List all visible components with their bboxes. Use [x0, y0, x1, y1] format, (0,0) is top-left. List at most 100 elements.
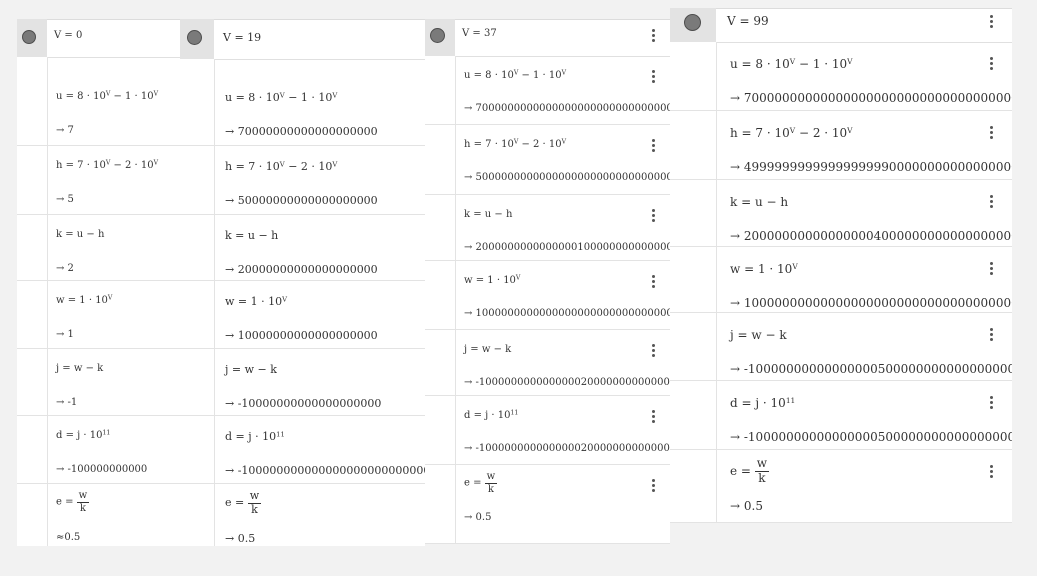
algebra-view-2: V = 19 u = 8 · 10V − 1 · 10V → 70000000000…	[180, 19, 425, 546]
definition: w = 1 · 10V	[56, 295, 112, 306]
algebra-row[interactable]: w = 1 · 10V → 100000000000000000000000000…	[425, 261, 670, 330]
definition-text: − 1 · 10	[110, 91, 154, 102]
output-value: → 70000000000000000000000000000000000000	[464, 103, 670, 114]
more-vert-icon[interactable]	[651, 70, 657, 85]
definition-text: − 1 · 10	[284, 91, 333, 104]
more-vert-icon[interactable]	[651, 410, 657, 425]
output-value: → 50000000000000000000000000000000000000	[464, 172, 670, 183]
more-vert-icon[interactable]	[989, 396, 995, 411]
more-vert-icon[interactable]	[989, 15, 995, 30]
more-vert-icon[interactable]	[651, 479, 657, 494]
algebra-row[interactable]: j = w − k → -1	[17, 349, 180, 416]
output-value: → -10000000000000000000	[225, 397, 382, 410]
definition: u = 8 · 10V − 1 · 10V	[730, 57, 853, 71]
algebra-row[interactable]: w = 1 · 10V → 10000000000000000000	[180, 281, 425, 349]
visibility-toggle-icon[interactable]	[187, 30, 202, 45]
numerator: w	[249, 489, 260, 502]
exponent: 11	[276, 430, 285, 439]
visibility-toggle-icon[interactable]	[684, 14, 701, 31]
output-value: → 70000000000000000000	[225, 125, 378, 138]
exponent: V	[153, 90, 159, 98]
definition-text: e =	[56, 496, 77, 508]
algebra-row[interactable]: d = j · 1011 → -1000000000000000050000000…	[670, 381, 1012, 450]
algebra-row[interactable]: u = 8 · 10V − 1 · 10V → 70000000000000000…	[425, 56, 670, 125]
output-value: → 2	[56, 263, 74, 274]
visibility-toggle-icon[interactable]	[430, 28, 445, 43]
algebra-row[interactable]: j = w − k → -1000000000000000050000000000…	[670, 313, 1012, 381]
definition: d = j · 1011	[730, 396, 795, 410]
definition-text: e =	[464, 477, 485, 489]
more-vert-icon[interactable]	[989, 328, 995, 343]
output-value: → 5	[56, 194, 74, 205]
slider-label[interactable]: V = 99	[727, 14, 769, 28]
definition: w = 1 · 10V	[730, 262, 798, 276]
algebra-row[interactable]: e = w k → 0.5	[180, 484, 425, 546]
more-vert-icon[interactable]	[651, 209, 657, 224]
algebra-row[interactable]: u = 8 · 10V − 1 · 10V → 70000000000000000…	[670, 42, 1012, 111]
algebra-row[interactable]: d = j · 1011 → -100000000000	[17, 416, 180, 484]
algebra-row[interactable]: h = 7 · 10V − 2 · 10V → 49999999999999999…	[670, 111, 1012, 180]
algebra-view-1: V = 0u = 8 · 10V − 1 · 10V → 7h = 7 · 10V…	[17, 19, 180, 546]
algebra-row[interactable]: u = 8 · 10V − 1 · 10V → 70000000000000000…	[180, 77, 425, 146]
definition: j = w − k	[56, 363, 103, 374]
more-vert-icon[interactable]	[989, 195, 995, 210]
more-vert-icon[interactable]	[989, 126, 995, 141]
more-vert-icon[interactable]	[989, 465, 995, 480]
output-value: → -1000000000000000200000000000000000000…	[464, 443, 670, 454]
algebra-row[interactable]: w = 1 · 10V → 1	[17, 281, 180, 349]
algebra-row[interactable]: h = 7 · 10V − 2 · 10V → 50000000000000000…	[180, 146, 425, 215]
output-value: → 70000000000000000000000000000000000000…	[730, 91, 1012, 105]
definition: d = j · 1011	[56, 430, 110, 441]
denominator: k	[758, 470, 766, 485]
algebra-row[interactable]: h = 7 · 10V − 2 · 10V → 50000000000000000…	[425, 125, 670, 195]
more-vert-icon[interactable]	[989, 262, 995, 277]
exponent: V	[847, 125, 853, 135]
definition-text: e =	[225, 496, 248, 510]
definition-text: − 2 · 10	[284, 160, 333, 173]
algebra-row[interactable]: k = u − h → 2	[17, 215, 180, 281]
algebra-row[interactable]: e = w k → 0.5	[425, 465, 670, 544]
algebra-row[interactable]: k = u − h → 20000000000000001000000000000…	[425, 195, 670, 261]
slider-header: V = 37	[425, 19, 670, 57]
definition-text: − 1 · 10	[795, 57, 848, 71]
definition-text: j = w − k	[225, 363, 277, 376]
algebra-row[interactable]: d = j · 1011 → -1000000000000000200000000…	[425, 396, 670, 465]
exponent: V	[847, 56, 853, 66]
more-vert-icon[interactable]	[651, 275, 657, 290]
output-value: → -1000000000000000200000000000000000000…	[464, 377, 670, 388]
more-vert-icon[interactable]	[651, 344, 657, 359]
algebra-row[interactable]: k = u − h → 20000000000000000000	[180, 215, 425, 281]
algebra-row[interactable]: k = u − h → 20000000000000000400000000000…	[670, 180, 1012, 247]
definition: u = 8 · 10V − 1 · 10V	[225, 91, 337, 104]
denominator: k	[79, 502, 86, 514]
definition-text: k = u − h	[225, 229, 279, 242]
output-value: → 20000000000000000000	[225, 263, 378, 276]
algebra-row[interactable]: d = j · 1011 → -1000000000000000000000000…	[180, 416, 425, 484]
fraction: wk	[76, 490, 90, 514]
visibility-toggle-icon[interactable]	[22, 30, 36, 44]
more-vert-icon[interactable]	[989, 57, 995, 72]
algebra-row[interactable]: h = 7 · 10V − 2 · 10V → 5	[17, 146, 180, 215]
more-vert-icon[interactable]	[651, 29, 657, 44]
definition: u = 8 · 10V − 1 · 10V	[464, 70, 566, 81]
slider-label[interactable]: V = 19	[223, 31, 261, 44]
definition-text: d = j · 10	[464, 410, 511, 421]
output-value: → -1000000000000000000000000000000	[225, 464, 425, 477]
output-value: → 50000000000000000000	[225, 194, 378, 207]
exponent: V	[332, 160, 338, 169]
definition: h = 7 · 10V − 2 · 10V	[56, 160, 158, 171]
algebra-row[interactable]: j = w − k → -10000000000000000000	[180, 349, 425, 416]
fraction: wk	[484, 471, 498, 495]
denominator: k	[251, 502, 258, 516]
definition-text: k = u − h	[56, 229, 105, 240]
exponent: V	[792, 261, 798, 271]
slider-label[interactable]: V = 37	[462, 28, 497, 39]
algebra-row[interactable]: e = w k → 0.5	[670, 450, 1012, 523]
algebra-row[interactable]: w = 1 · 10V → 100000000000000000000000000…	[670, 247, 1012, 313]
algebra-row[interactable]: j = w − k → -1000000000000000200000000000…	[425, 330, 670, 396]
algebra-row[interactable]: e = w k ≈0.5	[17, 484, 180, 546]
slider-label[interactable]: V = 0	[54, 30, 82, 41]
fraction: wk	[754, 456, 770, 486]
more-vert-icon[interactable]	[651, 139, 657, 154]
algebra-row[interactable]: u = 8 · 10V − 1 · 10V → 7	[17, 77, 180, 146]
